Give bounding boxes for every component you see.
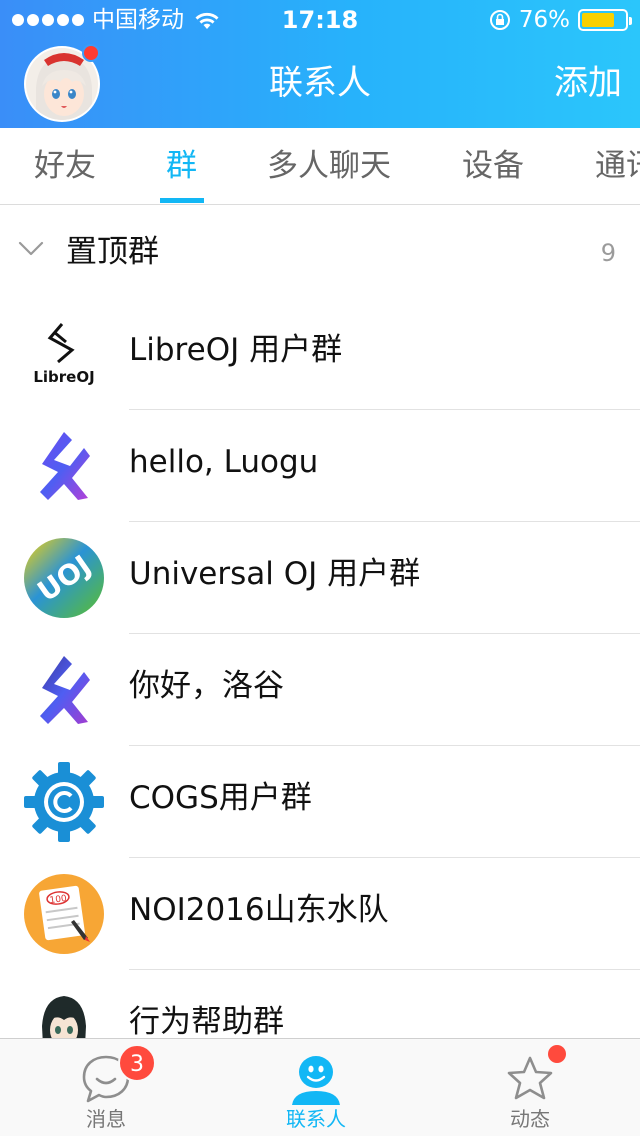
- battery-icon: [578, 9, 632, 31]
- pinned-groups-header[interactable]: 置顶群 9: [0, 206, 640, 298]
- header: 中国移动 17:18 76% 联系人 添加: [0, 0, 640, 128]
- tabbar-label: 联系人: [286, 1107, 346, 1131]
- tabbar-contacts[interactable]: 联系人: [246, 1039, 386, 1136]
- tab-devices[interactable]: 设备: [462, 146, 524, 186]
- luogu-logo-icon: [24, 426, 104, 506]
- bottom-tab-bar: 3 消息 联系人 动态: [0, 1038, 640, 1136]
- group-list: LibreOJ LibreOJ 用户群 hello, Luogu UOJ Uni…: [0, 298, 640, 1082]
- list-item[interactable]: 你好，洛谷: [0, 634, 640, 746]
- list-item[interactable]: UOJ Universal OJ 用户群: [0, 522, 640, 634]
- page-title: 联系人: [269, 63, 371, 103]
- list-item[interactable]: COGS用户群: [0, 746, 640, 858]
- rotation-lock-icon: [489, 10, 510, 30]
- tab-address-book[interactable]: 通讯录: [595, 146, 640, 186]
- notepad-100-icon: 100: [24, 874, 104, 954]
- luogu-logo-icon: [24, 650, 104, 730]
- active-tab-indicator: [160, 198, 204, 203]
- group-name: LibreOJ 用户群: [129, 332, 343, 368]
- contacts-screen: 中国移动 17:18 76% 联系人 添加 好友 群 多人聊天 设备 通 置顶群…: [0, 0, 640, 1136]
- tab-friends[interactable]: 好友: [34, 146, 96, 186]
- chevron-down-icon: [18, 241, 44, 256]
- tabbar-messages[interactable]: 3 消息: [36, 1039, 176, 1136]
- group-name: NOI2016山东水队: [129, 892, 389, 928]
- group-name: 行为帮助群: [129, 1004, 284, 1040]
- list-item[interactable]: hello, Luogu: [0, 410, 640, 522]
- tabbar-activity[interactable]: 动态: [460, 1039, 600, 1136]
- battery-percent: 76%: [518, 7, 570, 33]
- group-name: COGS用户群: [129, 780, 312, 816]
- add-button[interactable]: 添加: [554, 62, 622, 104]
- list-item[interactable]: LibreOJ LibreOJ 用户群: [0, 298, 640, 410]
- avatar-notification-dot: [82, 44, 100, 62]
- tabbar-label: 消息: [86, 1107, 126, 1131]
- tabbar-label: 动态: [510, 1107, 550, 1131]
- battery-level: [582, 13, 614, 27]
- section-count: 9: [600, 239, 616, 267]
- tab-groups[interactable]: 群: [166, 146, 197, 186]
- list-item[interactable]: 100 NOI2016山东水队: [0, 858, 640, 970]
- status-right: 76%: [489, 7, 632, 33]
- group-name: 你好，洛谷: [129, 668, 284, 704]
- tab-multi-chat[interactable]: 多人聊天: [267, 146, 391, 186]
- group-name: Universal OJ 用户群: [129, 556, 421, 592]
- libreoj-logo-icon: LibreOJ: [24, 314, 104, 394]
- unread-badge: 3: [118, 1044, 156, 1082]
- status-bar: 中国移动 17:18 76%: [0, 0, 640, 40]
- star-icon: [507, 1056, 553, 1100]
- group-name: hello, Luogu: [129, 444, 319, 480]
- contacts-tab-bar: 好友 群 多人聊天 设备 通讯录: [0, 128, 640, 205]
- cogs-gear-logo-icon: [24, 762, 104, 842]
- section-title: 置顶群: [66, 234, 159, 270]
- contacts-person-icon: [292, 1056, 340, 1105]
- uoj-logo-icon: UOJ: [24, 538, 104, 618]
- activity-notification-dot: [548, 1045, 566, 1063]
- libreoj-logo-text: LibreOJ: [33, 368, 94, 386]
